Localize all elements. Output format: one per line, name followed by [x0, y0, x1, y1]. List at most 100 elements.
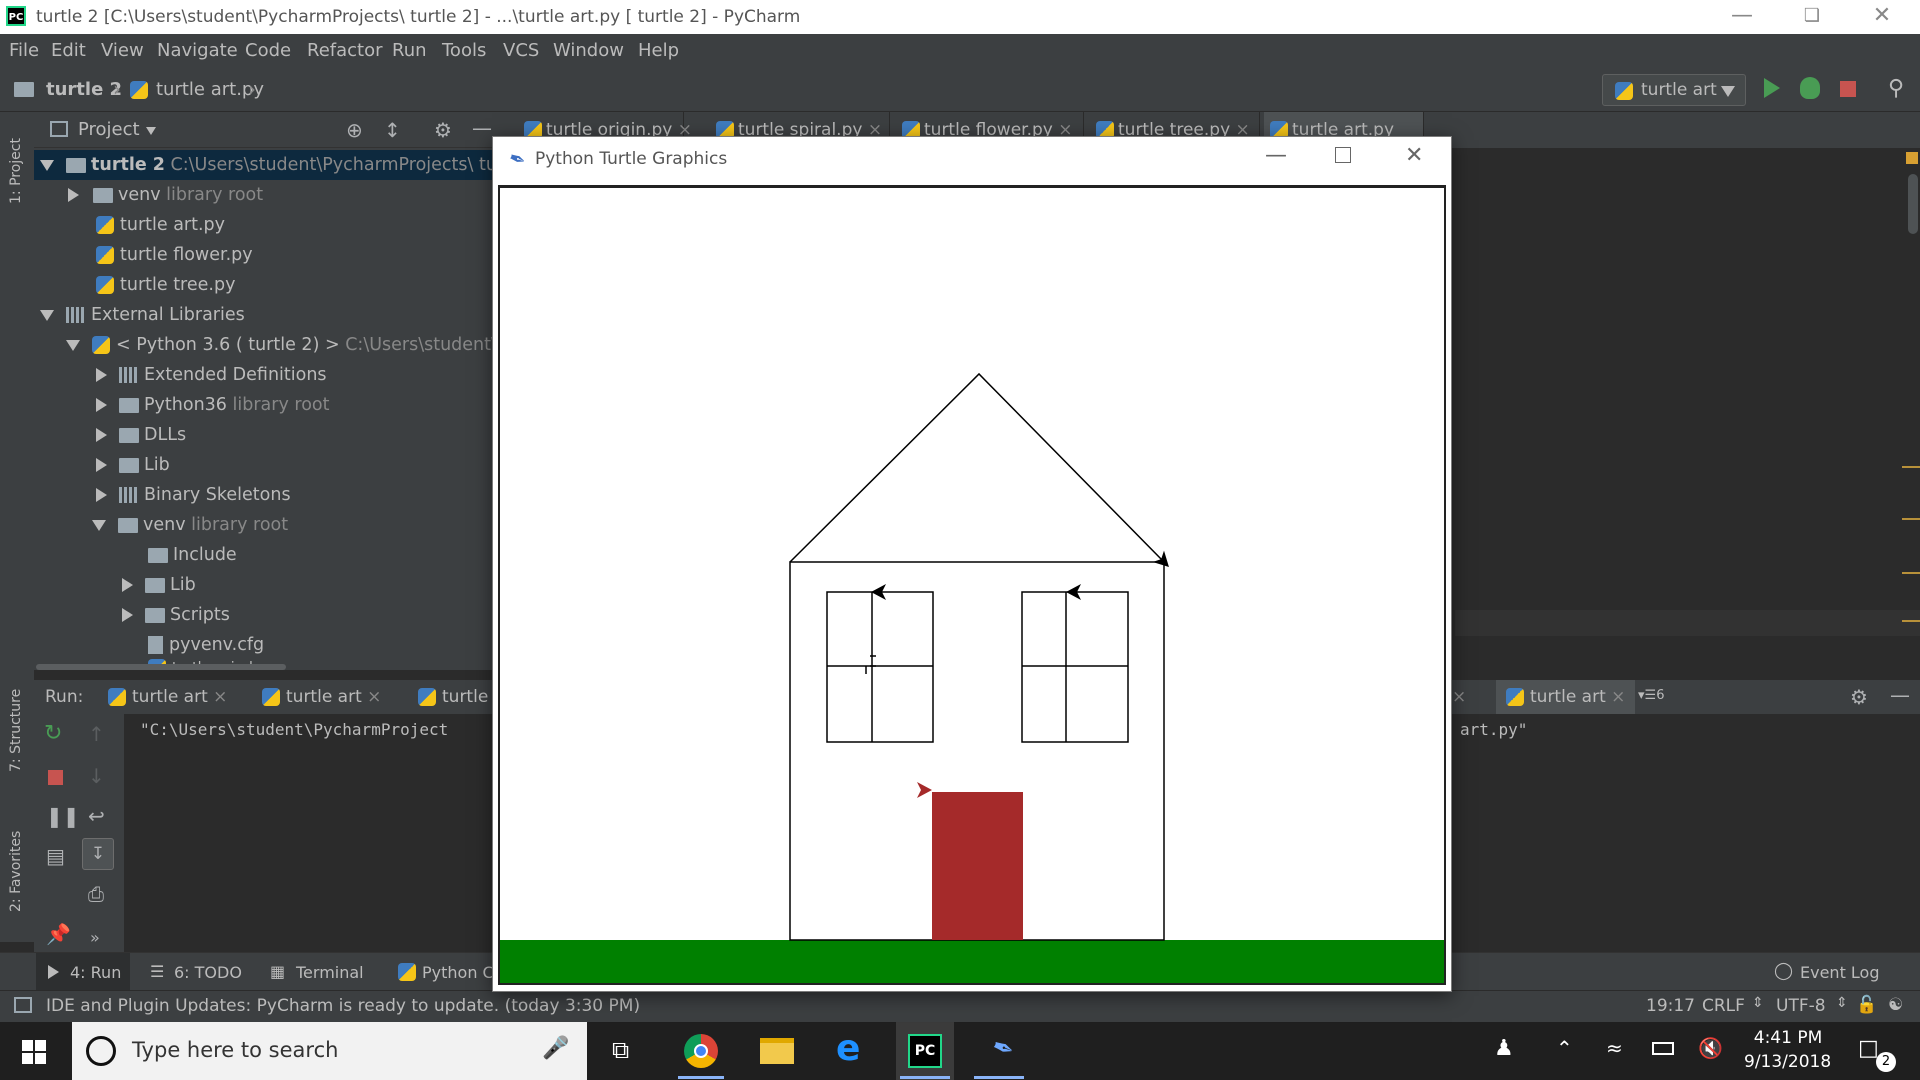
tree-item[interactable]: turtle tree.py	[96, 270, 235, 300]
file-explorer-icon[interactable]	[760, 1038, 794, 1064]
run-icon[interactable]	[1764, 78, 1780, 98]
menu-tools[interactable]: Tools	[442, 40, 486, 61]
minimize-button[interactable]: —	[1712, 0, 1772, 34]
tree-item[interactable]: Include	[148, 540, 237, 570]
turtle-graphics-window[interactable]: ✒ Python Turtle Graphics — ✕	[492, 136, 1452, 992]
turtle-maximize-button[interactable]	[1335, 147, 1351, 163]
horizontal-scrollbar[interactable]	[36, 664, 286, 670]
run-tab-active[interactable]: turtle art ×	[1496, 680, 1636, 714]
close-icon[interactable]: ×	[213, 687, 227, 707]
turtle-close-button[interactable]: ✕	[1405, 143, 1423, 168]
terminal-tool-tab[interactable]: Terminal	[296, 963, 364, 982]
menu-file[interactable]: File	[9, 40, 39, 61]
caret-position[interactable]: 19:17	[1646, 996, 1695, 1016]
menu-view[interactable]: View	[101, 40, 144, 61]
stop-icon[interactable]	[48, 770, 63, 785]
project-tool-button[interactable]: 1: Project	[8, 138, 24, 204]
run-tab[interactable]: turtle art ×	[262, 680, 381, 714]
more-icon[interactable]: »	[90, 928, 100, 948]
turtle-minimize-button[interactable]: —	[1265, 143, 1287, 168]
python-console-tool-tab[interactable]: Python C	[422, 963, 494, 982]
tree-item[interactable]: DLLs	[96, 420, 186, 450]
tree-item[interactable]: turtle art.py	[96, 210, 225, 240]
project-panel-title[interactable]: Project	[78, 119, 140, 140]
hide-icon[interactable]: —	[472, 118, 492, 138]
line-separator[interactable]: CRLF	[1702, 996, 1745, 1016]
edge-icon[interactable]: e	[836, 1028, 860, 1069]
layout-icon[interactable]: ▤	[46, 846, 65, 866]
wifi-icon[interactable]: ≈	[1606, 1036, 1623, 1060]
structure-tool-button[interactable]: 7: Structure	[8, 689, 24, 772]
tree-item[interactable]: External Libraries	[40, 300, 245, 330]
gear-icon[interactable]: ⚙	[1850, 687, 1868, 707]
close-icon[interactable]: ×	[1452, 687, 1466, 707]
pycharm-taskbar-button[interactable]: PC	[896, 1022, 954, 1080]
menu-help[interactable]: Help	[638, 40, 679, 61]
close-icon[interactable]: ×	[367, 687, 381, 707]
lock-icon[interactable]: 🔓	[1856, 995, 1877, 1015]
close-button[interactable]: ✕	[1852, 0, 1912, 34]
tree-item[interactable]: turtle flower.py	[96, 240, 253, 270]
gear-icon[interactable]: ⚙	[434, 120, 452, 140]
tree-item[interactable]: venv library root	[92, 510, 288, 540]
favorites-tool-button[interactable]: 2: Favorites	[8, 831, 24, 912]
tree-item[interactable]: Lib	[122, 570, 196, 600]
hide-icon[interactable]: —	[1890, 685, 1910, 705]
todo-tool-tab[interactable]: 6: TODO	[174, 963, 242, 982]
stop-icon[interactable]	[1840, 81, 1856, 97]
toggle-tool-windows-icon[interactable]	[14, 997, 32, 1013]
tree-item[interactable]: Scripts	[122, 600, 230, 630]
soft-wrap-icon[interactable]: ↩	[88, 806, 105, 826]
tree-item[interactable]: Python36 library root	[96, 390, 329, 420]
status-message[interactable]: IDE and Plugin Updates: PyCharm is ready…	[46, 996, 640, 1016]
microphone-icon[interactable]: 🎤	[542, 1036, 569, 1061]
inspector-icon[interactable]: ☯	[1888, 995, 1903, 1015]
menu-window[interactable]: Window	[553, 40, 624, 61]
turtle-canvas[interactable]	[498, 185, 1446, 985]
tree-item[interactable]: venv library root	[68, 180, 263, 210]
pause-icon[interactable]: ❚❚	[46, 806, 80, 826]
tree-item[interactable]: Extended Definitions	[96, 360, 327, 390]
menu-navigate[interactable]: Navigate	[157, 40, 238, 61]
action-center-icon[interactable]: □	[1858, 1036, 1879, 1061]
rerun-icon[interactable]: ↻	[44, 723, 62, 745]
run-tab[interactable]: turtle art ×	[108, 680, 227, 714]
run-tab[interactable]: turtle	[418, 680, 488, 714]
tree-item[interactable]: turtle 2 C:\Users\student\PycharmProject…	[34, 150, 543, 180]
windows-start-icon[interactable]	[22, 1040, 46, 1064]
task-view-icon[interactable]: ⧉	[612, 1036, 629, 1064]
menu-refactor[interactable]: Refactor	[307, 40, 383, 61]
pin-icon[interactable]: 📌	[46, 924, 71, 944]
print-icon[interactable]: ⎙	[88, 884, 104, 904]
people-icon[interactable]: ♟	[1494, 1036, 1514, 1061]
restore-button[interactable]: ❏	[1782, 0, 1842, 34]
clock-time[interactable]: 4:41 PM	[1752, 1028, 1824, 1048]
breadcrumb-project[interactable]: turtle 2	[46, 79, 122, 100]
tree-item[interactable]: < Python 3.6 ( turtle 2) > C:\Users\stud…	[66, 330, 492, 360]
tree-item[interactable]: Binary Skeletons	[96, 480, 291, 510]
battery-icon[interactable]	[1652, 1042, 1674, 1055]
locate-icon[interactable]: ⊕	[346, 120, 363, 140]
run-tool-tab[interactable]: 4: Run	[36, 953, 130, 991]
chrome-icon[interactable]	[684, 1034, 718, 1068]
chevron-down-icon[interactable]	[146, 127, 156, 135]
menu-edit[interactable]: Edit	[51, 40, 86, 61]
collapse-all-icon[interactable]: ↕	[384, 120, 401, 140]
run-config-selector[interactable]: turtle art	[1602, 74, 1746, 106]
menu-code[interactable]: Code	[245, 40, 291, 61]
chevron-up-icon[interactable]: ⌃	[1556, 1036, 1573, 1060]
tree-item[interactable]: pyvenv.cfg	[148, 630, 264, 660]
scroll-to-end-icon[interactable]: ↧	[82, 838, 114, 870]
python-turtle-taskbar-button[interactable]: ✒	[970, 1022, 1028, 1080]
close-icon[interactable]: ×	[1611, 687, 1625, 707]
mute-icon[interactable]: 🔇	[1698, 1036, 1723, 1060]
menu-vcs[interactable]: VCS	[503, 40, 539, 61]
debug-icon[interactable]	[1800, 77, 1820, 99]
search-icon[interactable]: ⚲	[1888, 76, 1904, 101]
menu-run[interactable]: Run	[392, 40, 427, 61]
vertical-scrollbar[interactable]	[1908, 174, 1918, 234]
file-encoding[interactable]: UTF-8	[1776, 996, 1826, 1016]
more-tabs-button[interactable]: ▾☰6	[1638, 688, 1664, 703]
tree-item[interactable]: Lib	[96, 450, 170, 480]
taskbar-search-box[interactable]: Type here to search 🎤	[72, 1022, 587, 1080]
